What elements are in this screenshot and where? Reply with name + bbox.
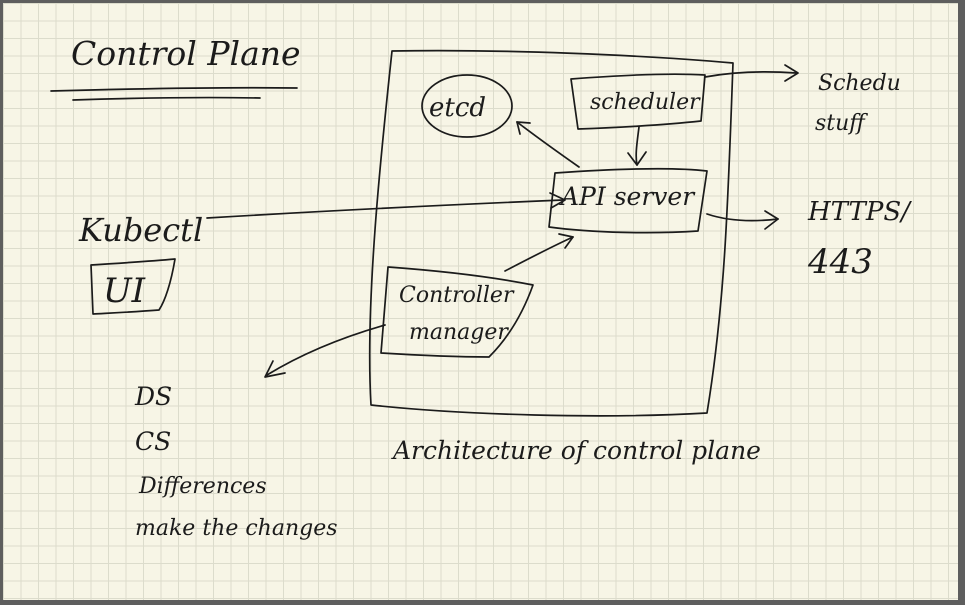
https-label: HTTPS/ — [807, 197, 912, 227]
arrow-api-to-etcd — [516, 121, 580, 168]
scheduler-note-line1: Schedu — [818, 71, 901, 96]
arrow-kubectl-to-api — [206, 199, 564, 219]
title-underline-2 — [72, 96, 261, 101]
arrow-scheduler-to-api — [635, 126, 640, 166]
api-server-label: API server — [559, 182, 696, 211]
controller-label-line2: manager — [409, 320, 509, 345]
note-item-3: Differences — [138, 474, 267, 499]
notebook-page: Control Plane etcd scheduler API server … — [3, 3, 958, 600]
arrow-controller-to-api — [504, 236, 574, 272]
title-underline — [50, 86, 298, 92]
scheduler-note-line2: stuff — [815, 111, 868, 136]
note-item-2: CS — [135, 427, 171, 456]
controller-label-line1: Controller — [399, 283, 515, 308]
port-label: 443 — [807, 242, 873, 282]
etcd-label: etcd — [429, 93, 486, 123]
note-item-4: make the changes — [135, 516, 338, 541]
ui-label: UI — [103, 271, 146, 311]
architecture-sketch: Control Plane etcd scheduler API server … — [50, 34, 912, 541]
arrow-scheduler-out — [704, 70, 797, 78]
arrow-controller-to-notes — [266, 324, 386, 376]
page-title: Control Plane — [71, 34, 301, 73]
kubectl-label: Kubectl — [78, 211, 203, 249]
arrow-api-to-https — [706, 213, 779, 222]
diagram-caption: Architecture of control plane — [391, 436, 761, 465]
note-item-1: DS — [134, 382, 172, 411]
scheduler-label: scheduler — [590, 90, 701, 115]
